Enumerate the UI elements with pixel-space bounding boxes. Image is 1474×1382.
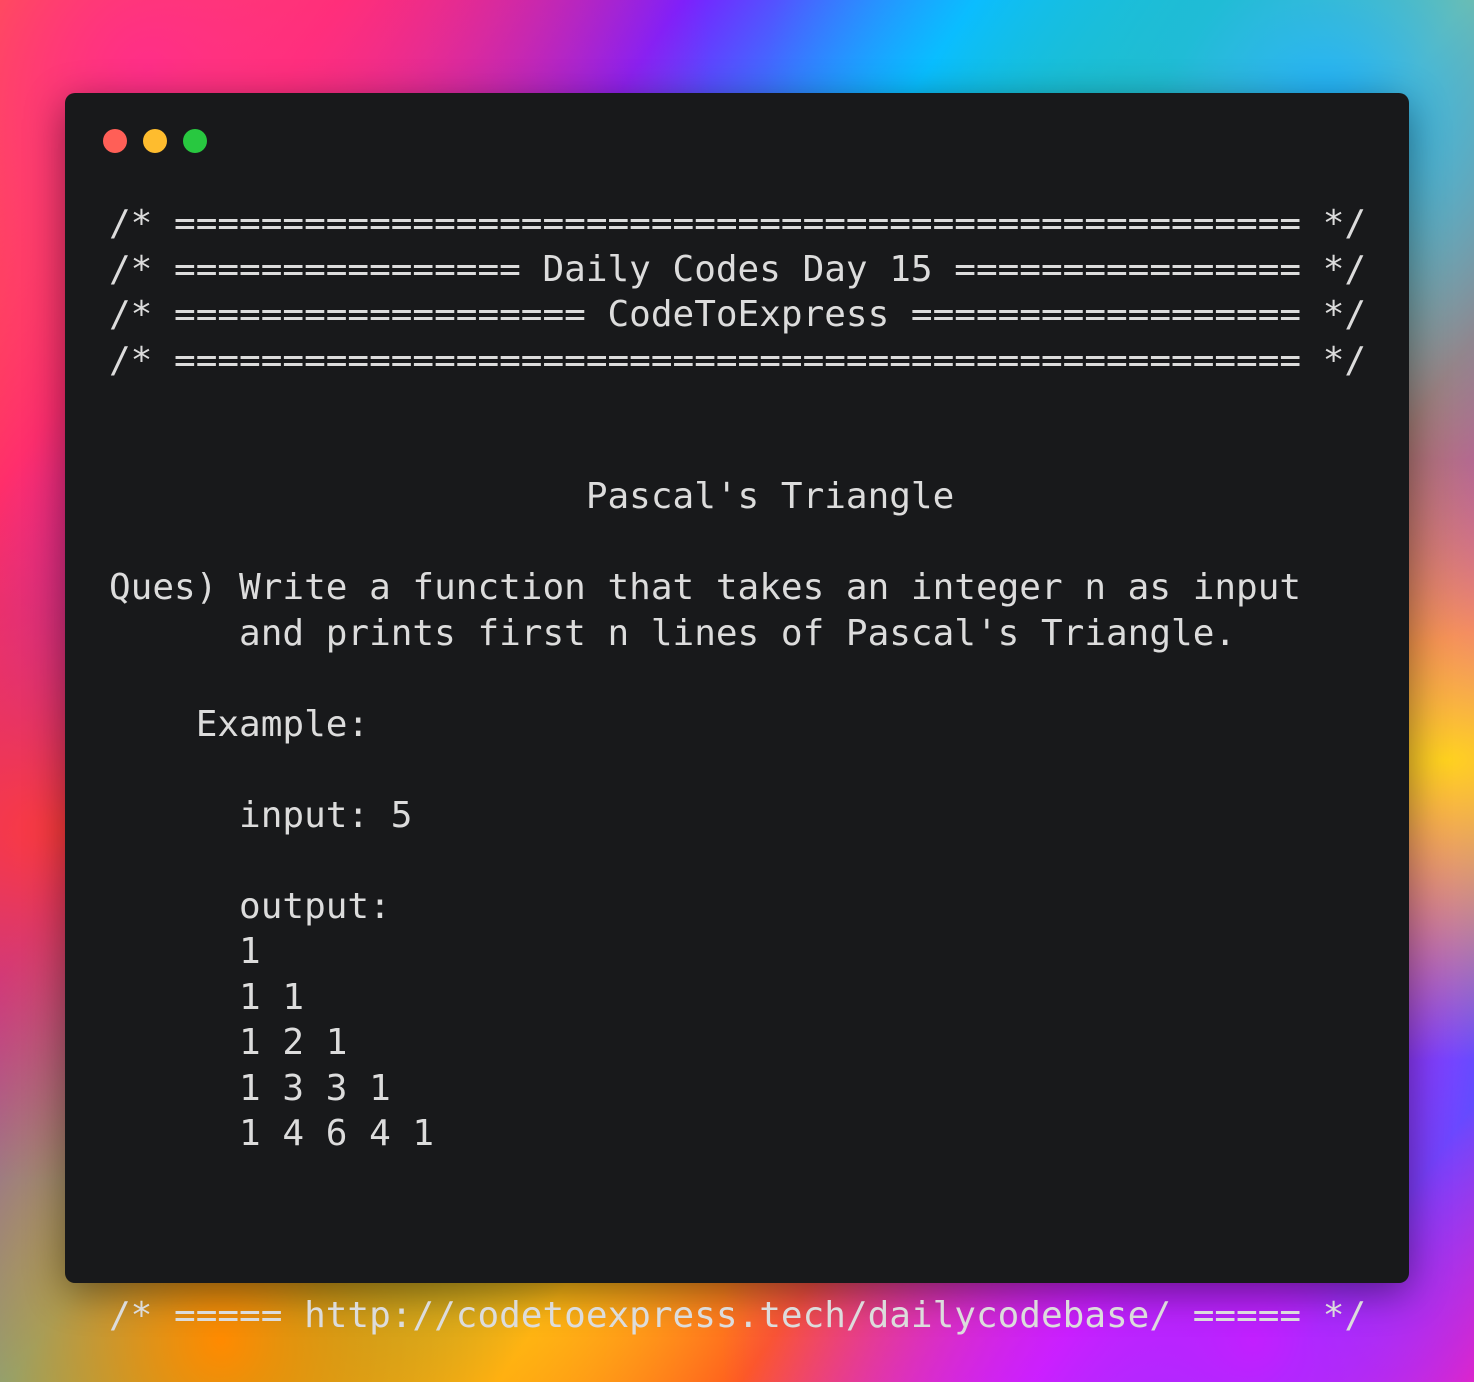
code-line: /* ===== http://codetoexpress.tech/daily…	[109, 1295, 1367, 1336]
code-line: input: 5	[109, 794, 413, 836]
code-line: 1 4 6 4 1	[109, 1113, 435, 1154]
code-line: 1 1	[109, 976, 305, 1018]
code-line: Ques) Write a function that takes an int…	[109, 567, 1302, 608]
code-line: /* ================ Daily Codes Day 15 =…	[109, 248, 1367, 290]
code-line: /* =====================================…	[109, 203, 1367, 244]
code-line: /* =====================================…	[109, 339, 1367, 381]
code-block: /* =====================================…	[109, 201, 1366, 1339]
code-line: /* =================== CodeToExpress ===…	[109, 294, 1367, 335]
code-window: /* =====================================…	[65, 93, 1409, 1336]
code-line: 1	[109, 931, 261, 972]
code-line: 1 2 1	[109, 1022, 348, 1063]
code-line: 1 3 3 1	[109, 1067, 391, 1109]
close-dot-icon[interactable]	[103, 129, 127, 153]
code-line: output:	[109, 885, 391, 927]
minimize-dot-icon[interactable]	[143, 129, 167, 153]
maximize-dot-icon[interactable]	[183, 129, 207, 153]
code-line: Example:	[109, 703, 370, 745]
code-line: Pascal's Triangle	[109, 476, 955, 517]
code-line: and prints first n lines of Pascal's Tri…	[109, 612, 1237, 654]
window-controls	[103, 129, 207, 153]
